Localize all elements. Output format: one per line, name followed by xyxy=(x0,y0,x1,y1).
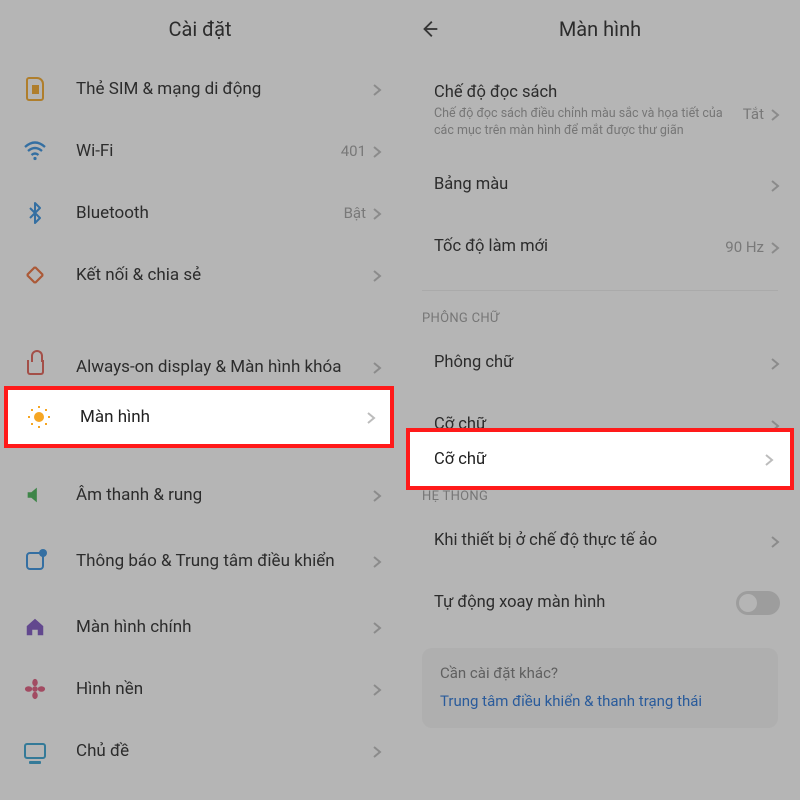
row-notifications[interactable]: Thông báo & Trung tâm điều khiển xyxy=(0,526,400,596)
row-refresh-rate[interactable]: Tốc độ làm mới 90 Hz xyxy=(400,216,800,278)
read-mode-value: Tắt xyxy=(743,105,764,123)
chevron-right-icon xyxy=(372,620,382,634)
row-vr[interactable]: Khi thiết bị ở chế độ thực tế ảo xyxy=(400,510,800,572)
chevron-right-icon xyxy=(372,82,382,96)
theme-icon xyxy=(22,738,48,764)
row-font[interactable]: Phông chữ xyxy=(400,332,800,394)
chevron-right-icon xyxy=(372,682,382,696)
sun-icon xyxy=(26,404,52,430)
row-sound[interactable]: Âm thanh & rung xyxy=(0,464,400,526)
display-header: Màn hình xyxy=(400,0,800,58)
chevron-right-icon xyxy=(372,744,382,758)
row-display-bright[interactable]: Màn hình xyxy=(8,390,390,444)
notification-icon xyxy=(22,548,48,574)
home-icon xyxy=(22,614,48,640)
lock-icon xyxy=(22,354,48,380)
row-font-size-bright[interactable]: Cỡ chữ xyxy=(410,432,790,486)
chevron-right-icon xyxy=(764,452,774,466)
display-title: Màn hình xyxy=(559,17,641,41)
chevron-right-icon xyxy=(372,144,382,158)
row-wallpaper[interactable]: Hình nền xyxy=(0,658,400,720)
row-home[interactable]: Màn hình chính xyxy=(0,596,400,658)
row-sim[interactable]: Thẻ SIM & mạng di động xyxy=(0,58,400,120)
wifi-icon xyxy=(22,138,48,164)
display-pane: Màn hình Chế độ đọc sách Chế độ đọc sách… xyxy=(400,0,800,800)
chevron-right-icon xyxy=(770,107,780,121)
back-button[interactable] xyxy=(418,17,442,41)
bluetooth-icon xyxy=(22,200,48,226)
bluetooth-value: Bật xyxy=(344,204,366,222)
chevron-right-icon xyxy=(372,488,382,502)
chevron-right-icon xyxy=(366,410,376,424)
chevron-right-icon xyxy=(770,240,780,254)
row-theme[interactable]: Chủ đề xyxy=(0,720,400,782)
more-settings-card[interactable]: Cần cài đặt khác? Trung tâm điều khiển &… xyxy=(422,648,778,728)
share-icon xyxy=(22,262,48,288)
card-link[interactable]: Trung tâm điều khiển & thanh trạng thái xyxy=(440,692,760,710)
flower-icon xyxy=(22,676,48,702)
row-palette[interactable]: Bảng màu xyxy=(400,154,800,216)
auto-rotate-toggle[interactable] xyxy=(736,591,780,615)
chevron-right-icon xyxy=(372,268,382,282)
refresh-value: 90 Hz xyxy=(725,238,764,256)
chevron-right-icon xyxy=(770,534,780,548)
wifi-value: 401 xyxy=(341,142,366,160)
row-auto-rotate[interactable]: Tự động xoay màn hình xyxy=(400,572,800,634)
section-font: PHÔNG CHỮ xyxy=(400,291,800,332)
chevron-right-icon xyxy=(372,206,382,220)
chevron-right-icon xyxy=(770,418,780,432)
chevron-right-icon xyxy=(372,554,382,568)
sim-icon xyxy=(22,76,48,102)
settings-header: Cài đặt xyxy=(0,0,400,58)
chevron-right-icon xyxy=(372,360,382,374)
row-read-mode[interactable]: Chế độ đọc sách Chế độ đọc sách điều chỉ… xyxy=(400,58,800,154)
chevron-right-icon xyxy=(770,178,780,192)
row-wifi[interactable]: Wi-Fi 401 xyxy=(0,120,400,182)
settings-title: Cài đặt xyxy=(168,17,231,41)
row-bluetooth[interactable]: Bluetooth Bật xyxy=(0,182,400,244)
chevron-right-icon xyxy=(770,356,780,370)
sound-icon xyxy=(22,482,48,508)
row-share[interactable]: Kết nối & chia sẻ xyxy=(0,244,400,306)
